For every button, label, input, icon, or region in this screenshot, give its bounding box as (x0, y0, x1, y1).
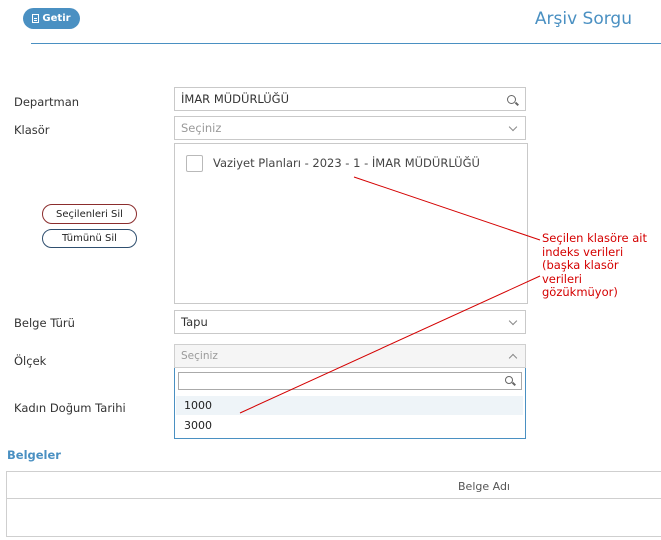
annotation-note: Seçilen klasöre ait indeks verileri (baş… (542, 231, 647, 299)
annotation-arrow-to-dropdown (239, 275, 541, 414)
annotation-arrow-to-list (353, 176, 541, 241)
belgeler-table: Belge Adı (6, 471, 661, 537)
table-header: Belge Adı (7, 472, 661, 499)
column-header-belge-adi[interactable]: Belge Adı (458, 480, 510, 493)
belgeler-section-title: Belgeler (7, 448, 61, 462)
